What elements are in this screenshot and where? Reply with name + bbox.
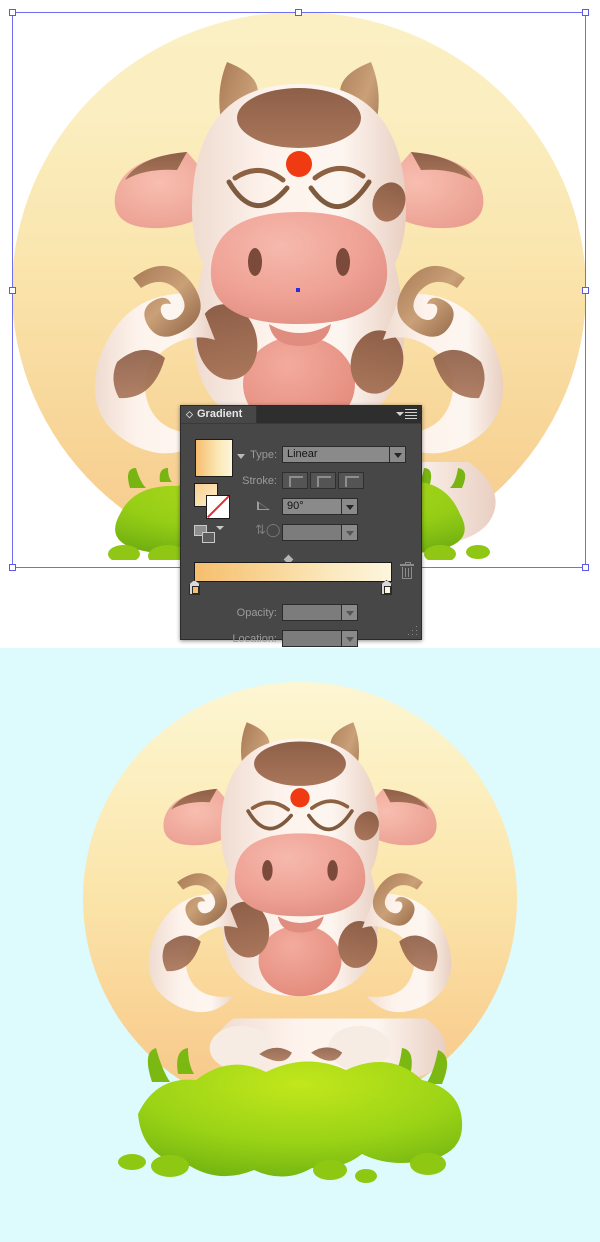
tab-gradient[interactable]: ◇ Gradient — [181, 406, 258, 423]
panel-menu-icon[interactable] — [395, 409, 417, 421]
gradient-panel-tabbar[interactable]: ◇ Gradient — [181, 406, 421, 424]
angle-input[interactable]: 90° — [282, 498, 358, 515]
aspect-ratio-input[interactable] — [282, 524, 358, 541]
target-back-icon — [202, 532, 215, 543]
final-artwork-panel — [0, 648, 600, 1242]
type-select-value: Linear — [287, 448, 318, 460]
gradient-slider[interactable] — [194, 562, 392, 582]
gradient-panel-body: Type: Linear Stroke: 90° ⇅◯ Opacity: Loc… — [181, 424, 421, 647]
type-select-caret-icon[interactable] — [389, 446, 406, 463]
chevron-down-icon-small[interactable] — [216, 526, 224, 530]
selection-handle-mr[interactable] — [582, 287, 589, 294]
stroke-label: Stroke: — [242, 475, 277, 487]
stroke-within-button[interactable] — [282, 472, 308, 489]
stroke-along-button[interactable] — [310, 472, 336, 489]
double-arrow-icon[interactable]: ◇ — [186, 410, 193, 419]
gradient-panel[interactable]: ◇ Gradient Type: Linear Stroke: 90° ⇅◯ O… — [180, 405, 422, 647]
angle-icon — [257, 501, 271, 511]
aspect-caret-icon[interactable] — [341, 524, 358, 541]
location-label: Location: — [232, 633, 277, 645]
panel-menu-triangle-icon — [396, 412, 404, 416]
resize-grip-icon[interactable] — [408, 626, 418, 636]
panel-menu-bars-icon — [405, 409, 417, 420]
fill-stroke-indicator[interactable] — [194, 483, 230, 519]
trash-icon[interactable] — [400, 562, 414, 580]
selection-handle-bl[interactable] — [9, 564, 16, 571]
opacity-caret-icon[interactable] — [341, 604, 358, 621]
stroke-swatch-none[interactable] — [206, 495, 230, 519]
opacity-label: Opacity: — [236, 607, 277, 619]
gradient-fill-target-icon[interactable] — [194, 525, 224, 543]
selection-handle-tr[interactable] — [582, 9, 589, 16]
type-label: Type: — [250, 449, 277, 461]
gradient-ramp[interactable] — [194, 562, 392, 582]
angle-value: 90° — [287, 500, 304, 512]
gradient-panel-title: Gradient — [197, 408, 243, 420]
angle-caret-icon[interactable] — [341, 498, 358, 515]
selection-handle-tl[interactable] — [9, 9, 16, 16]
opacity-input[interactable] — [282, 604, 358, 621]
stroke-across-button[interactable] — [338, 472, 364, 489]
gradient-stop-end[interactable] — [381, 580, 392, 595]
gradient-stop-start[interactable] — [189, 580, 200, 595]
cow-character-final — [148, 722, 452, 1084]
selection-center-anchor[interactable] — [296, 288, 300, 292]
reverse-gradient-icon[interactable]: ⇅◯ — [255, 523, 280, 537]
location-caret-icon[interactable] — [341, 630, 358, 647]
location-input[interactable] — [282, 630, 358, 647]
selection-handle-br[interactable] — [582, 564, 589, 571]
selection-handle-tc[interactable] — [295, 9, 302, 16]
screenshot-root: ◇ Gradient Type: Linear Stroke: 90° ⇅◯ O… — [0, 0, 600, 1242]
type-select[interactable]: Linear — [282, 446, 406, 463]
selection-handle-ml[interactable] — [9, 287, 16, 294]
grass-mound-final — [118, 1048, 463, 1183]
